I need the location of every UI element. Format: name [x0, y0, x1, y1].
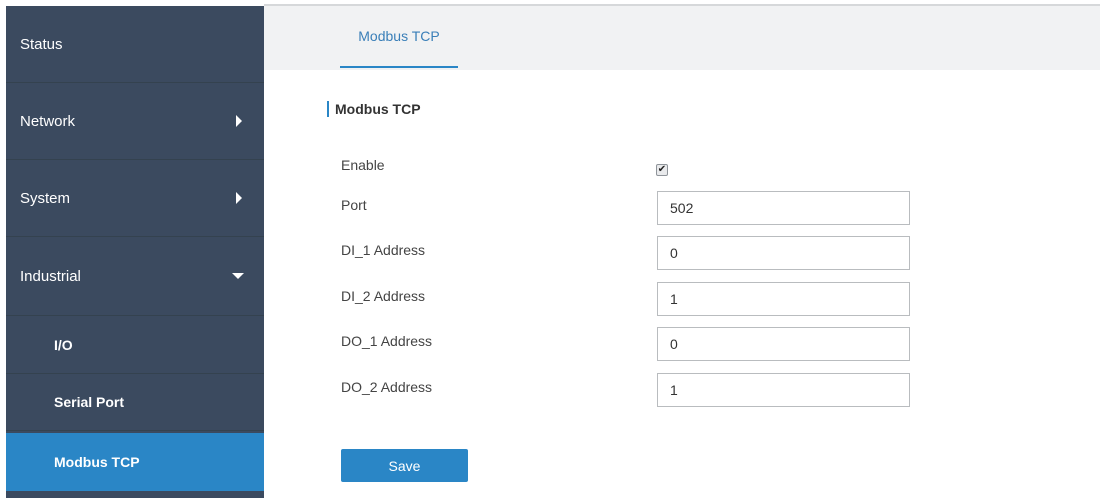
- section-title-bar: [327, 101, 329, 117]
- di1-address-input[interactable]: [657, 236, 910, 270]
- do1-address-label: DO_1 Address: [341, 333, 433, 349]
- do1-address-input[interactable]: [657, 327, 910, 361]
- save-button[interactable]: Save: [341, 449, 468, 482]
- port-label: Port: [341, 197, 367, 213]
- caret-down-icon: [232, 273, 244, 279]
- sidebar-item-industrial[interactable]: Industrial: [6, 237, 264, 316]
- sidebar-item-label: I/O: [54, 336, 73, 353]
- section-title: Modbus TCP: [327, 101, 421, 117]
- tab-label: Modbus TCP: [358, 28, 440, 44]
- caret-right-icon: [236, 115, 242, 127]
- tab-modbus-tcp[interactable]: Modbus TCP: [340, 6, 458, 68]
- sidebar-item-serial-port[interactable]: Serial Port: [6, 374, 264, 431]
- di2-address-input[interactable]: [657, 282, 910, 316]
- sidebar-item-label: System: [20, 189, 71, 207]
- enable-label: Enable: [341, 157, 385, 173]
- sidebar-item-system[interactable]: System: [6, 160, 264, 237]
- sidebar-item-label: Modbus TCP: [54, 454, 140, 470]
- sidebar-item-label: Network: [20, 112, 76, 130]
- sidebar: Status Network System Industrial I/O Ser…: [6, 6, 264, 498]
- di1-address-label: DI_1 Address: [341, 242, 426, 258]
- enable-checkbox[interactable]: ✔: [656, 164, 668, 176]
- do2-address-input[interactable]: [657, 373, 910, 407]
- sidebar-item-label: Industrial: [20, 267, 81, 285]
- caret-right-icon: [236, 192, 242, 204]
- sidebar-item-modbus-tcp[interactable]: Modbus TCP: [6, 433, 264, 491]
- sidebar-item-network[interactable]: Network: [6, 83, 264, 160]
- sidebar-item-io[interactable]: I/O: [6, 316, 264, 374]
- port-input[interactable]: [657, 191, 910, 225]
- sidebar-item-status[interactable]: Status: [6, 6, 264, 83]
- section-title-text: Modbus TCP: [335, 101, 421, 117]
- sidebar-item-label: Status: [20, 35, 63, 53]
- checkmark-icon: ✔: [657, 164, 667, 175]
- di2-address-label: DI_2 Address: [341, 288, 426, 304]
- sidebar-item-label: Serial Port: [54, 394, 125, 410]
- do2-address-label: DO_2 Address: [341, 379, 433, 395]
